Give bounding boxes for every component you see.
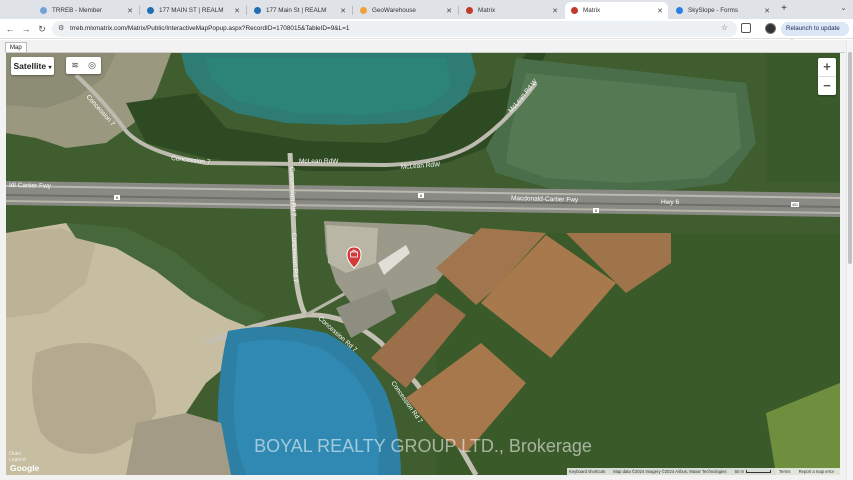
close-icon[interactable]: ✕ [762, 7, 772, 15]
highway-shield: 401 [791, 202, 799, 207]
satellite-map[interactable]: Concession 7 Concession 7 McLean RdW McL… [6, 53, 840, 475]
relaunch-label: Relaunch to update [786, 25, 840, 32]
road-label: Idl Cartier Fwy [9, 182, 52, 190]
zoom-out-button[interactable]: − [818, 77, 836, 95]
svg-text:401: 401 [792, 203, 798, 207]
caret-down-icon: ▾ [48, 65, 52, 71]
road-label: McLean RdW [299, 158, 339, 165]
tab-favicon [466, 7, 473, 14]
extensions-icon[interactable] [741, 23, 751, 33]
report-error-link[interactable]: Report a map error [799, 469, 834, 474]
highway-shield: 6 [418, 193, 424, 198]
reload-icon[interactable]: ↻ [35, 22, 49, 36]
map-legend: Outer Legend [9, 451, 26, 463]
map-data-text: Map data ©2024 Imagery ©2024 Airbus, Max… [613, 469, 727, 474]
tab-title: TRREB - Member [52, 7, 103, 14]
tab-search-chevron-icon[interactable]: ⌄ [838, 4, 849, 15]
road-label: Hwy 6 [661, 199, 679, 206]
close-icon[interactable]: ✕ [550, 7, 560, 15]
highway-shield: 6 [114, 195, 120, 200]
close-icon[interactable]: ✕ [655, 7, 665, 15]
page-content: Map Concession 7 Concession 7 McLean RdW… [0, 40, 853, 480]
tab-title: 177 MAIN ST | REALM [159, 7, 224, 14]
tab-title: SkySlope - Forms [688, 7, 739, 14]
bookmark-star-icon[interactable]: ☆ [721, 23, 728, 32]
url-text: trreb.mlxmatrix.com/Matrix/Public/Intera… [70, 24, 350, 32]
tab-favicon [676, 7, 683, 14]
highway-shield: 6 [593, 208, 599, 213]
scale-label[interactable]: 50 m [735, 469, 744, 474]
close-icon[interactable]: ✕ [125, 7, 135, 15]
close-icon[interactable]: ✕ [444, 7, 454, 15]
tab-title: GeoWarehouse [372, 7, 416, 14]
scrollbar-thumb[interactable] [848, 52, 852, 264]
keyboard-shortcuts-link[interactable]: Keyboard shortcuts [569, 469, 605, 474]
tab-177-main-st-realm-2[interactable]: 177 Main St | REALM ✕ [248, 2, 351, 19]
google-logo: Google [10, 463, 40, 473]
tab-favicon [360, 7, 367, 14]
map-tools: ≋ ◎ [66, 57, 101, 74]
map-type-label: Satellite [13, 61, 47, 71]
tab-geowarehouse[interactable]: GeoWarehouse ✕ [354, 2, 457, 19]
tab-map[interactable]: Map [5, 42, 27, 52]
tab-favicon [147, 7, 154, 14]
close-icon[interactable]: ✕ [232, 7, 242, 15]
tab-title: Matrix [478, 7, 496, 14]
tab-favicon [571, 7, 578, 14]
satellite-imagery: Concession 7 Concession 7 McLean RdW McL… [6, 53, 840, 475]
close-icon[interactable]: ✕ [338, 7, 348, 15]
address-bar[interactable]: ⚙ trreb.mlxmatrix.com/Matrix/Public/Inte… [52, 21, 737, 37]
browser-toolbar: ← → ↻ ⚙ trreb.mlxmatrix.com/Matrix/Publi… [0, 19, 853, 46]
tab-skyslope-forms[interactable]: SkySlope - Forms ✕ [670, 2, 775, 19]
tab-favicon [254, 7, 261, 14]
profile-avatar[interactable] [765, 23, 776, 34]
tab-favicon [40, 7, 47, 14]
tab-title: Matrix [583, 7, 601, 14]
zoom-control: + − [818, 58, 836, 95]
terms-link[interactable]: Terms [779, 469, 790, 474]
tab-trreb-member[interactable]: TRREB - Member ✕ [34, 2, 138, 19]
new-tab-icon[interactable]: + [778, 3, 790, 15]
zoom-in-button[interactable]: + [818, 58, 836, 76]
tab-title: 177 Main St | REALM [266, 7, 327, 14]
scrollbar[interactable] [846, 40, 853, 480]
map-attribution: Keyboard shortcuts Map data ©2024 Imager… [567, 468, 840, 475]
back-arrow-icon[interactable]: ← [3, 22, 17, 36]
scale-bar [745, 470, 771, 474]
tab-matrix-active[interactable]: Matrix ✕ [565, 2, 668, 19]
my-location-icon[interactable]: ◎ [86, 59, 98, 71]
brokerage-watermark: BOYAL REALTY GROUP LTD., Brokerage [254, 436, 592, 456]
layers-icon[interactable]: ≋ [69, 59, 81, 71]
tab-matrix[interactable]: Matrix ✕ [460, 2, 563, 19]
site-info-icon[interactable]: ⚙ [58, 24, 64, 32]
map-type-dropdown[interactable]: Satellite ▾ [11, 57, 54, 75]
tab-177-main-st-realm[interactable]: 177 MAIN ST | REALM ✕ [141, 2, 245, 19]
tab-strip: TRREB - Member ✕ 177 MAIN ST | REALM ✕ 1… [0, 0, 853, 19]
relaunch-button[interactable]: Relaunch to update ⋮ [781, 22, 849, 46]
forward-arrow-icon[interactable]: → [19, 22, 33, 36]
